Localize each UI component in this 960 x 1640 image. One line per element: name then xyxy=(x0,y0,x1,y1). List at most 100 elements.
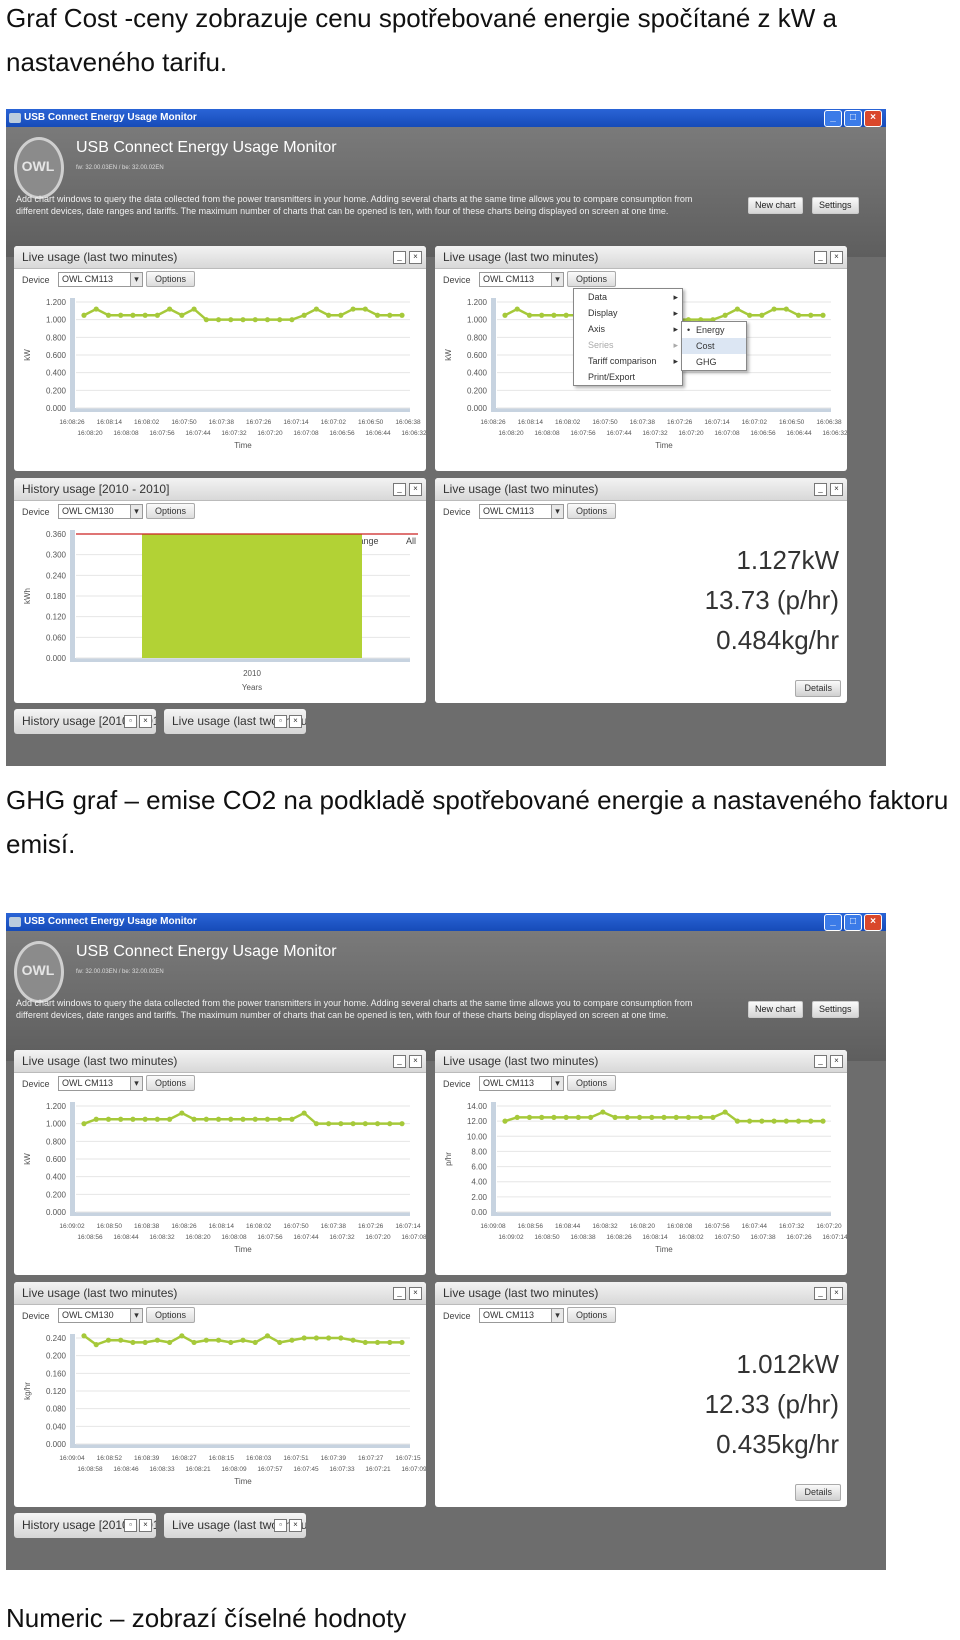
data-point xyxy=(191,1116,197,1122)
options-button[interactable]: Options xyxy=(146,503,196,519)
close-icon[interactable]: × xyxy=(289,1519,302,1532)
device-select[interactable]: OWL CM113 xyxy=(479,504,564,519)
options-button[interactable]: Options xyxy=(146,1307,196,1323)
close-icon[interactable]: × xyxy=(830,1055,843,1068)
settings-button[interactable]: Settings xyxy=(812,197,859,214)
x-tick-label: 16:08:32 xyxy=(149,1234,175,1241)
close-icon[interactable]: × xyxy=(409,251,422,264)
data-point xyxy=(326,1335,332,1341)
data-point xyxy=(154,1337,160,1343)
x-tick-label: 16:07:32 xyxy=(779,1223,805,1230)
menu-item-data[interactable]: Data xyxy=(574,289,682,305)
device-select[interactable]: OWL CM130 xyxy=(58,1308,143,1323)
data-point xyxy=(399,312,405,318)
details-button[interactable]: Details xyxy=(795,1484,841,1501)
submenu-item-energy[interactable]: Energy xyxy=(682,322,746,338)
options-button[interactable]: Options xyxy=(567,1075,617,1091)
y-axis-label: kWh xyxy=(23,588,32,604)
data-point xyxy=(399,1339,405,1346)
submenu-item-cost[interactable]: Cost xyxy=(682,338,746,354)
x-tick-label: 16:08:20 xyxy=(77,430,103,437)
device-select[interactable]: OWL CM130 xyxy=(58,504,143,519)
close-icon[interactable]: × xyxy=(139,1519,152,1532)
close-icon[interactable]: × xyxy=(409,1055,422,1068)
new-chart-button[interactable]: New chart xyxy=(748,197,803,214)
minimize-icon[interactable]: _ xyxy=(824,110,842,127)
x-tick-label: 16:07:50 xyxy=(714,1234,740,1241)
x-tick-label: 16:07:44 xyxy=(606,430,632,437)
paragraph-cost-graph: Graf Cost -ceny zobrazuje cenu spotřebov… xyxy=(6,3,837,77)
options-button[interactable]: Options xyxy=(146,1075,196,1091)
maximize-icon[interactable]: □ xyxy=(844,914,862,931)
data-point xyxy=(362,306,368,312)
minimize-icon[interactable]: _ xyxy=(814,251,827,264)
data-point xyxy=(374,1121,381,1127)
y-tick-label: 0.180 xyxy=(46,592,67,601)
x-tick-label: 16:07:51 xyxy=(283,1455,309,1462)
y-tick-label: 0.000 xyxy=(46,654,67,663)
new-chart-button[interactable]: New chart xyxy=(748,1001,803,1018)
data-point xyxy=(105,1337,112,1343)
restore-icon[interactable]: ▫ xyxy=(124,715,137,728)
data-point xyxy=(289,317,295,323)
data-point xyxy=(81,1333,87,1339)
minimized-tab-live[interactable]: Live usage (last two minutes)▫× xyxy=(164,1513,306,1538)
data-point xyxy=(167,306,173,312)
settings-button[interactable]: Settings xyxy=(812,1001,859,1018)
menu-item-axis[interactable]: Axis xyxy=(574,321,682,337)
close-icon[interactable]: × xyxy=(409,1287,422,1300)
data-point xyxy=(105,312,112,318)
menu-item-display[interactable]: Display xyxy=(574,305,682,321)
menu-item-tariff-comparison[interactable]: Tariff comparison xyxy=(574,353,682,369)
close-icon[interactable]: × xyxy=(139,715,152,728)
data-point xyxy=(264,1333,271,1339)
x-tick-label: 16:07:26 xyxy=(667,419,693,426)
close-icon[interactable]: × xyxy=(409,483,422,496)
minimize-icon[interactable]: _ xyxy=(393,483,406,496)
options-button[interactable]: Options xyxy=(567,1307,617,1323)
options-button[interactable]: Options xyxy=(567,271,617,287)
data-point xyxy=(301,1335,307,1341)
app-icon xyxy=(9,113,21,123)
details-button[interactable]: Details xyxy=(795,680,841,697)
data-point xyxy=(759,1118,765,1124)
minimize-icon[interactable]: _ xyxy=(814,483,827,496)
minimize-icon[interactable]: _ xyxy=(393,1055,406,1068)
device-select[interactable]: OWL CM113 xyxy=(58,1076,143,1091)
data-point xyxy=(539,312,545,318)
close-icon[interactable]: × xyxy=(830,251,843,264)
close-icon[interactable]: × xyxy=(830,1287,843,1300)
restore-icon[interactable]: ▫ xyxy=(274,1519,287,1532)
device-select[interactable]: OWL CM113 xyxy=(479,1308,564,1323)
minimize-icon[interactable]: _ xyxy=(824,914,842,931)
menu-item-print-export[interactable]: Print/Export xyxy=(574,369,682,385)
device-select[interactable]: OWL CM113 xyxy=(479,272,564,287)
minimize-icon[interactable]: _ xyxy=(393,251,406,264)
close-icon[interactable]: × xyxy=(830,483,843,496)
data-point xyxy=(142,312,148,318)
options-button[interactable]: Options xyxy=(567,503,617,519)
close-icon[interactable]: × xyxy=(864,110,882,127)
close-icon[interactable]: × xyxy=(864,914,882,931)
data-point xyxy=(301,312,307,318)
minimized-tab-live[interactable]: Live usage (last two minutes)▫× xyxy=(164,709,306,734)
close-icon[interactable]: × xyxy=(289,715,302,728)
restore-icon[interactable]: ▫ xyxy=(124,1519,137,1532)
device-select[interactable]: OWL CM113 xyxy=(58,272,143,287)
minimize-icon[interactable]: _ xyxy=(393,1287,406,1300)
device-select[interactable]: OWL CM113 xyxy=(479,1076,564,1091)
submenu-item-ghg[interactable]: GHG xyxy=(682,354,746,370)
y-axis-band xyxy=(70,1102,75,1216)
data-point xyxy=(264,317,271,323)
minimize-icon[interactable]: _ xyxy=(814,1055,827,1068)
chart-panel-live-energy: Live usage (last two minutes) _ × Device O… xyxy=(14,246,426,471)
minimized-tab-history[interactable]: History usage [2010 - 2010] ▫ × xyxy=(14,709,156,734)
minimized-tab-history[interactable]: History usage [2010 - 2010] ▫ × xyxy=(14,1513,156,1538)
app-title: USB Connect Energy Usage Monitor xyxy=(76,139,337,156)
x-tick-label: 16:07:02 xyxy=(321,419,347,426)
options-button[interactable]: Options xyxy=(146,271,196,287)
maximize-icon[interactable]: □ xyxy=(844,110,862,127)
minimize-icon[interactable]: _ xyxy=(814,1287,827,1300)
restore-icon[interactable]: ▫ xyxy=(274,715,287,728)
data-point xyxy=(154,312,160,318)
